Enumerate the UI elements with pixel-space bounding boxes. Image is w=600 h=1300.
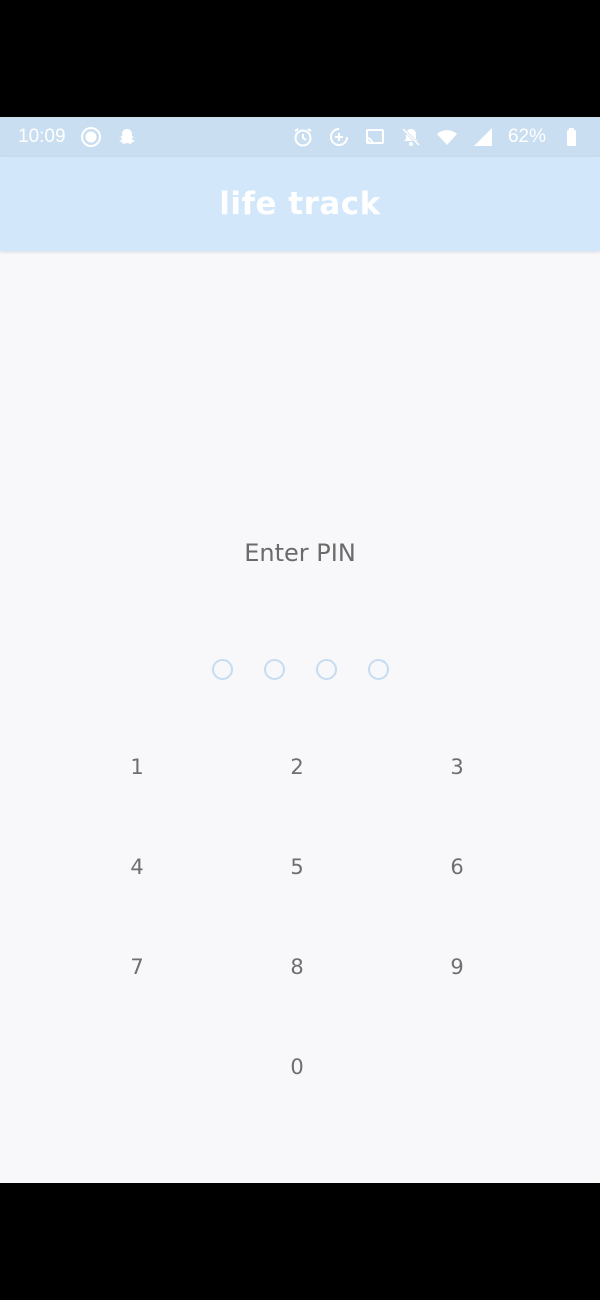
key-6[interactable]: 6	[397, 827, 517, 907]
notifications-off-icon	[400, 126, 422, 148]
status-time: 10:09	[18, 126, 66, 147]
status-bar-left: 10:09	[18, 126, 138, 148]
app-bar: life track	[0, 157, 600, 251]
pin-dot	[367, 659, 389, 680]
key-4[interactable]: 4	[77, 827, 197, 907]
status-bar-right: 62%	[292, 126, 582, 148]
key-7[interactable]: 7	[77, 927, 197, 1007]
wifi-icon	[436, 126, 458, 148]
snapchat-icon	[116, 126, 138, 148]
key-5[interactable]: 5	[237, 827, 357, 907]
pin-indicator	[0, 659, 600, 680]
pin-prompt: Enter PIN	[244, 539, 356, 567]
pin-dot	[263, 659, 285, 680]
signal-icon	[472, 126, 494, 148]
status-bar: 10:09 62%	[0, 117, 600, 157]
key-2[interactable]: 2	[237, 727, 357, 807]
pin-dot	[315, 659, 337, 680]
key-0[interactable]: 0	[237, 1027, 357, 1107]
letterbox-bottom	[0, 1183, 600, 1300]
phone-screen: 10:09 62% life track Enter PIN 1 2 3 4 5…	[0, 117, 600, 1183]
key-1[interactable]: 1	[77, 727, 197, 807]
key-8[interactable]: 8	[237, 927, 357, 1007]
key-3[interactable]: 3	[397, 727, 517, 807]
battery-percent: 62%	[507, 126, 546, 147]
record-icon	[80, 126, 102, 148]
numeric-keypad: 1 2 3 4 5 6 7 8 9 0	[0, 717, 600, 1117]
pin-dot	[211, 659, 233, 680]
alarm-icon	[292, 126, 314, 148]
battery-icon	[560, 126, 582, 148]
letterbox-top	[0, 0, 600, 117]
data-saver-icon	[328, 126, 350, 148]
app-title: life track	[219, 186, 381, 222]
key-9[interactable]: 9	[397, 927, 517, 1007]
cast-icon	[364, 126, 386, 148]
